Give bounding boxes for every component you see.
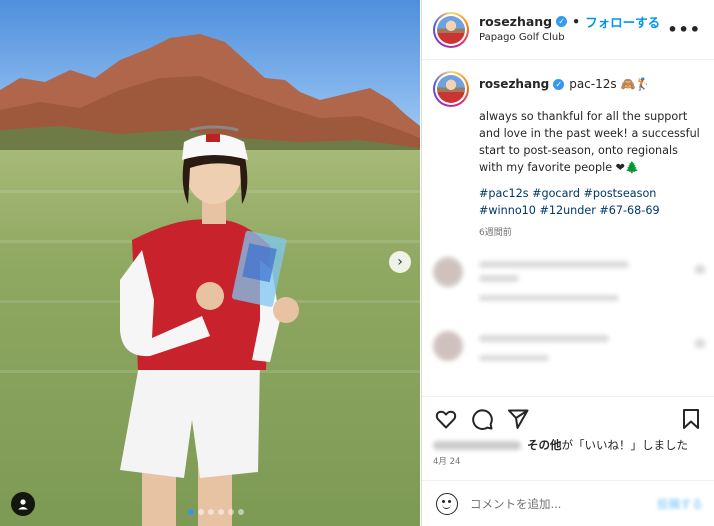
post-date: 4月 24: [433, 457, 461, 467]
likes-summary[interactable]: その他 が「いいね！」しました: [433, 437, 688, 453]
photo-golfer: [120, 125, 299, 526]
chevron-right-icon: ›: [397, 254, 403, 270]
person-icon: [18, 499, 28, 510]
carousel-dots: [188, 509, 244, 515]
caption-text: always so thankful for all the support a…: [479, 110, 700, 174]
send-icon[interactable]: [506, 407, 530, 431]
comment-row: [433, 257, 705, 317]
comment-input[interactable]: [470, 493, 650, 515]
hashtag-link[interactable]: #winno10: [479, 204, 536, 217]
post-side-panel: rosezhang ✓ • フォローする Papago Golf Club ••…: [421, 0, 714, 526]
caption-section: rosezhang ✓ pac-12s 🙈🏌 always so thankfu…: [422, 61, 714, 396]
emoji-icon[interactable]: [436, 493, 458, 515]
hashtag-link[interactable]: #postseason: [584, 187, 657, 200]
follow-button[interactable]: フォローする: [585, 12, 660, 31]
hashtag-link[interactable]: #67-68-69: [599, 204, 659, 217]
comment-bar: 投稿する: [422, 480, 714, 526]
carousel-dot: [198, 509, 204, 515]
hashtag-link[interactable]: #gocard: [532, 187, 580, 200]
verified-badge-icon: ✓: [556, 16, 568, 27]
caption-tag: pac-12s 🙈🏌: [569, 77, 651, 91]
verified-badge-icon: ✓: [553, 78, 565, 90]
hashtag-link[interactable]: #12under: [539, 204, 595, 217]
avatar: [433, 331, 463, 361]
post-comment-button[interactable]: 投稿する: [657, 496, 703, 512]
comment-icon[interactable]: [470, 407, 494, 431]
likes-text: が「いいね！」しました: [561, 438, 689, 452]
heart-icon[interactable]: [434, 407, 458, 431]
caption-timestamp: 6週間前: [479, 228, 512, 238]
hashtag-link[interactable]: #pac12s: [479, 187, 529, 200]
likes-others: その他: [527, 438, 562, 452]
carousel-dot: [208, 509, 214, 515]
carousel-next-button[interactable]: ›: [389, 251, 411, 273]
story-ring[interactable]: [433, 71, 469, 107]
avatar: [433, 257, 463, 287]
location-link[interactable]: Papago Golf Club: [479, 32, 565, 43]
caption-hashtags: #pac12s #gocard #postseason #winno10 #12…: [479, 185, 704, 219]
carousel-dot: [228, 509, 234, 515]
carousel-dot: [218, 509, 224, 515]
post-photo[interactable]: ›: [0, 0, 420, 526]
story-ring[interactable]: [433, 12, 469, 48]
heart-icon: [695, 339, 705, 348]
heart-icon: [695, 265, 705, 274]
caption-username[interactable]: rosezhang: [479, 77, 549, 91]
liker-name: [433, 440, 521, 450]
more-horizontal-icon[interactable]: •••: [667, 20, 701, 39]
comment-row: [433, 331, 705, 391]
post-header: rosezhang ✓ • フォローする Papago Golf Club ••…: [422, 0, 714, 60]
header-separator: •: [572, 14, 581, 29]
user-tags-button[interactable]: [11, 492, 35, 516]
avatar: [437, 16, 465, 44]
post-actions: その他 が「いいね！」しました 4月 24: [422, 396, 714, 472]
bookmark-icon[interactable]: [679, 407, 703, 431]
carousel-dot: [238, 509, 244, 515]
avatar: [437, 75, 465, 103]
header-username[interactable]: rosezhang: [479, 14, 552, 29]
carousel-dot: [188, 509, 194, 515]
